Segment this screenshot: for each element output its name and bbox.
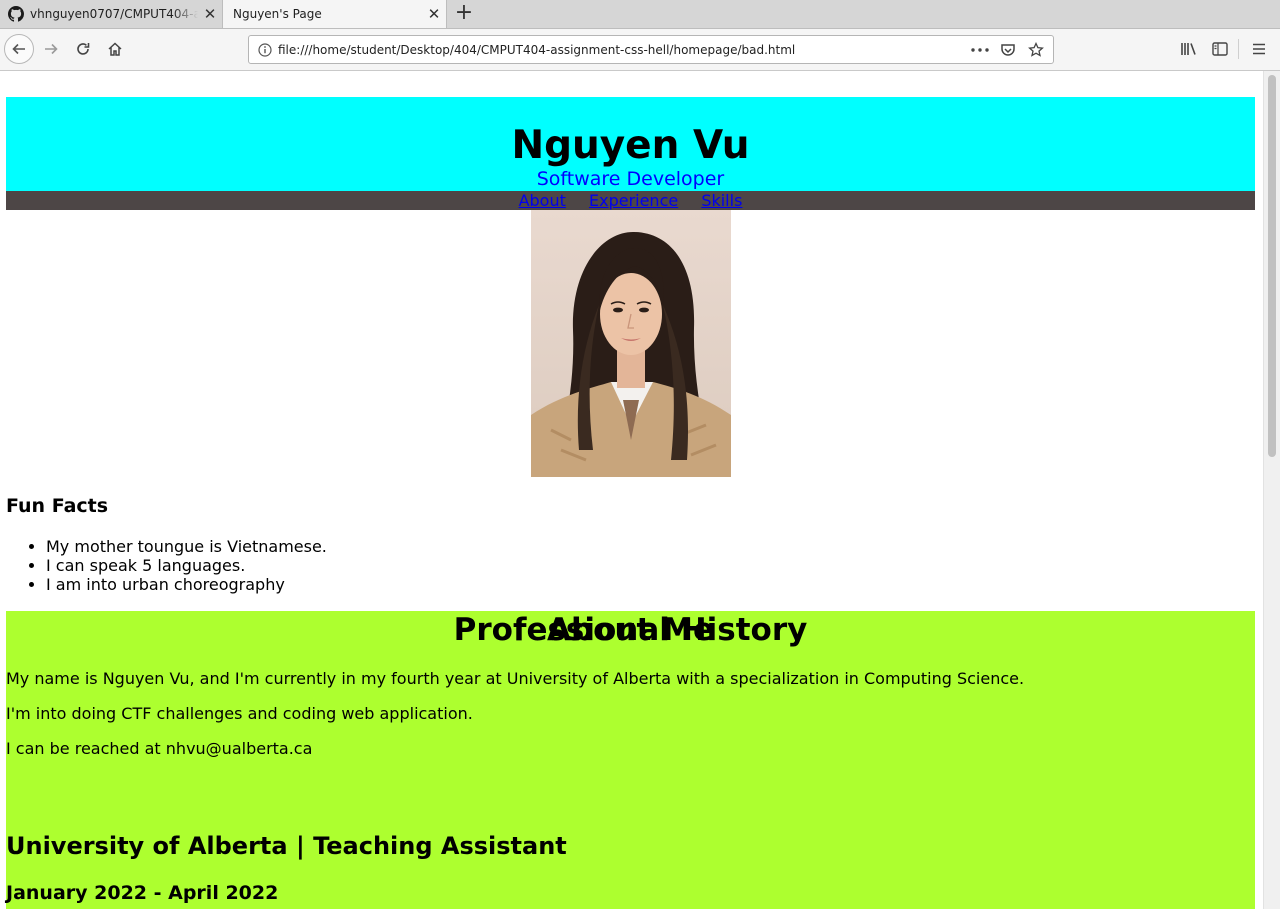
new-tab-button[interactable]: +	[452, 2, 476, 26]
tab-strip: vhnguyen0707/CMPUT404-assignment-css-hel…	[0, 0, 1280, 29]
list-item: I can speak 5 languages.	[46, 556, 327, 575]
sidebar-icon	[1212, 42, 1228, 56]
fun-facts-list: My mother toungue is Vietnamese. I can s…	[6, 537, 327, 594]
library-button[interactable]	[1175, 35, 1203, 63]
reload-icon	[77, 43, 90, 55]
page-subtitle: Software Developer	[536, 168, 725, 190]
tab-title: vhnguyen0707/CMPUT404-assignment-css-hel…	[30, 7, 198, 21]
about-paragraph: I can be reached at nhvu@ualberta.ca	[6, 739, 313, 758]
home-button[interactable]	[101, 35, 129, 63]
more-icon[interactable]	[969, 39, 991, 61]
page-scrollbar[interactable]	[1263, 71, 1280, 909]
url-text[interactable]: file:///home/student/Desktop/404/CMPUT40…	[278, 43, 795, 57]
tab-github[interactable]: vhnguyen0707/CMPUT404-assignment-css-hel…	[0, 0, 222, 28]
back-arrow-icon	[12, 43, 25, 55]
reload-button[interactable]	[69, 35, 97, 63]
nav-link-experience[interactable]: Experience	[589, 191, 678, 210]
nav-links: About Experience Skills	[6, 190, 1255, 212]
github-icon	[8, 6, 24, 22]
close-tab-icon[interactable]: ✕	[198, 5, 222, 23]
bookmark-star-icon[interactable]	[1025, 39, 1047, 61]
address-bar[interactable]: file:///home/student/Desktop/404/CMPUT40…	[248, 35, 1054, 64]
job-title: University of Alberta | Teaching Assista…	[6, 832, 567, 860]
job-dates: January 2022 - April 2022	[6, 882, 279, 904]
toolbar-divider	[1238, 39, 1239, 59]
about-section: About Me My name is Nguyen Vu, and I'm c…	[6, 611, 1255, 909]
back-button[interactable]	[4, 34, 34, 64]
fun-facts-heading: Fun Facts	[6, 495, 109, 517]
forward-arrow-icon	[45, 43, 58, 55]
nav-link-about[interactable]: About	[519, 191, 566, 210]
profile-photo	[531, 210, 731, 477]
page-title: Nguyen Vu	[511, 123, 750, 168]
professional-history-heading: Professional History	[453, 612, 808, 648]
list-item: My mother toungue is Vietnamese.	[46, 537, 327, 556]
menu-icon	[1253, 43, 1265, 55]
home-icon	[108, 42, 122, 56]
about-paragraph: I'm into doing CTF challenges and coding…	[6, 704, 473, 723]
sidebar-button[interactable]	[1206, 35, 1234, 63]
page-viewport: Nguyen Vu Software Developer About Exper…	[0, 71, 1263, 909]
nav-link-skills[interactable]: Skills	[701, 191, 742, 210]
info-icon[interactable]	[258, 42, 272, 57]
pocket-icon[interactable]	[997, 39, 1019, 61]
about-paragraph: My name is Nguyen Vu, and I'm currently …	[6, 669, 1025, 688]
forward-button[interactable]	[37, 35, 65, 63]
tab-nguyens-page[interactable]: Nguyen's Page ✕	[222, 0, 447, 28]
menu-button[interactable]	[1245, 35, 1273, 63]
library-icon	[1181, 43, 1196, 55]
list-item: I am into urban choreography	[46, 575, 327, 594]
scrollbar-thumb[interactable]	[1268, 75, 1276, 457]
browser-toolbar: file:///home/student/Desktop/404/CMPUT40…	[0, 29, 1280, 71]
tab-title: Nguyen's Page	[233, 7, 322, 21]
close-tab-icon[interactable]: ✕	[422, 5, 446, 23]
